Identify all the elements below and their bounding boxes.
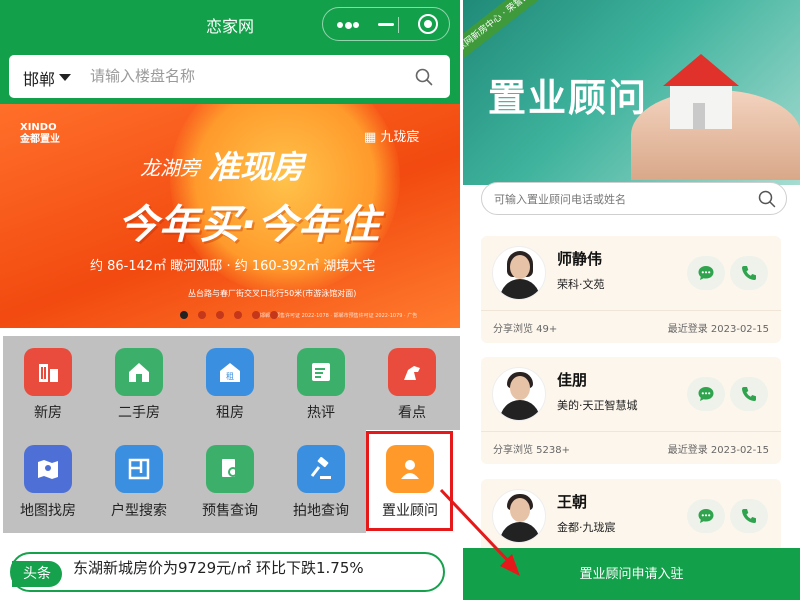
- advisor-name: 佳朋: [557, 371, 588, 389]
- nav-item-label: 户型搜索: [111, 503, 167, 519]
- nav-item-label: 热评: [307, 405, 335, 421]
- carousel-dot[interactable]: [234, 311, 242, 319]
- nav-item-label: 地图找房: [20, 503, 76, 519]
- carousel-dot[interactable]: [180, 311, 188, 319]
- floorplan-icon: [115, 445, 163, 493]
- headline-ticker[interactable]: 头条 东湖新城房价为9729元/㎡ 环比下跌1.75%: [10, 552, 445, 592]
- banner-headline: 今年买·今年住: [118, 202, 381, 248]
- nav-item[interactable]: 二手房: [94, 339, 184, 429]
- banner-tagline-a: 龙湖旁: [140, 156, 200, 180]
- caret-down-icon[interactable]: [59, 74, 71, 81]
- chat-button[interactable]: [687, 256, 725, 290]
- close-target-icon[interactable]: [418, 14, 438, 34]
- house-door-icon: [693, 103, 705, 129]
- call-button[interactable]: [730, 499, 768, 533]
- advisor-hero: 恋家网新房中心 · 荣誉出品 置业顾问: [463, 0, 800, 185]
- search-bar: 邯郸 请输入楼盘名称: [9, 55, 450, 98]
- last-login: 最近登录 2023-02-15: [667, 445, 769, 456]
- advisor-project: 荣科·文苑: [557, 278, 605, 291]
- banner-address: 丛台路与春厂街交叉口北行50米(市游泳馆对面): [188, 289, 357, 298]
- promo-banner[interactable]: XINDO 金都置业 ▦ 九珑宸 龙湖旁 准现房 今年买·今年住 约 86-142…: [0, 104, 460, 328]
- review-icon: [297, 348, 345, 396]
- search-icon[interactable]: [415, 68, 433, 86]
- share-views: 分享浏览 5238+: [493, 445, 571, 456]
- minimize-icon[interactable]: [378, 23, 394, 26]
- nav-item[interactable]: 户型搜索: [94, 436, 184, 526]
- nav-item-label: 置业顾问: [382, 503, 438, 519]
- advisor-name: 师静伟: [557, 250, 603, 268]
- avatar: [492, 246, 546, 300]
- advisor-project: 美的·天正智慧城: [557, 399, 638, 412]
- advisor-search-input[interactable]: 可输入置业顾问电话或姓名: [481, 182, 787, 215]
- nav-item[interactable]: 热评: [276, 339, 366, 429]
- apply-button[interactable]: 置业顾问申请入驻: [463, 548, 800, 600]
- advisor-search-placeholder: 可输入置业顾问电话或姓名: [494, 193, 626, 206]
- doc-search-icon: [206, 445, 254, 493]
- search-input[interactable]: 请输入楼盘名称: [90, 65, 195, 86]
- last-login: 最近登录 2023-02-15: [667, 324, 769, 335]
- headline-text[interactable]: 东湖新城房价为9729元/㎡ 环比下跌1.75%: [73, 557, 364, 578]
- advisor-card[interactable]: 师静伟荣科·文苑分享浏览 49+ 最近登录 2023-02-15: [481, 236, 781, 343]
- call-button[interactable]: [730, 377, 768, 411]
- avatar: [492, 489, 546, 543]
- nav-item-label: 预售查询: [202, 503, 258, 519]
- right-panel: 恋家网新房中心 · 荣誉出品 置业顾问 可输入置业顾问电话或姓名 师静伟荣科·文…: [463, 0, 800, 600]
- call-button[interactable]: [730, 256, 768, 290]
- top-bar: 恋家网 邯郸 请输入楼盘名称: [0, 0, 460, 104]
- headline-badge: 头条: [12, 561, 62, 587]
- advisor-project: 金都·九珑宸: [557, 521, 616, 534]
- building-icon: [24, 348, 72, 396]
- banner-tagline-b: 准现房: [208, 148, 305, 186]
- search-icon[interactable]: [758, 190, 776, 208]
- svg-text:租: 租: [226, 372, 234, 381]
- hero-ribbon: 恋家网新房中心 · 荣誉出品: [463, 0, 544, 64]
- nav-item-label: 拍地查询: [293, 503, 349, 519]
- nav-item-label: 新房: [34, 405, 62, 421]
- developer-logo: XINDO 金都置业: [20, 122, 60, 145]
- project-logo: ▦ 九珑宸: [364, 130, 420, 145]
- chat-button[interactable]: [687, 377, 725, 411]
- map-icon: [24, 445, 72, 493]
- advisor-card[interactable]: 佳朋美的·天正智慧城分享浏览 5238+ 最近登录 2023-02-15: [481, 357, 781, 464]
- nav-item[interactable]: 地图找房: [3, 436, 93, 526]
- nav-item[interactable]: 看点: [367, 339, 457, 429]
- nav-item-label: 租房: [216, 405, 244, 421]
- nav-item[interactable]: 租租房: [185, 339, 275, 429]
- chat-button[interactable]: [687, 499, 725, 533]
- more-icon[interactable]: [337, 21, 359, 29]
- banner-fineprint: 邯郸市预售许可证 2022-1078 · 邯郸市预售许可证 2022-1079 …: [260, 313, 418, 319]
- carousel-dot[interactable]: [252, 311, 260, 319]
- advisor-icon: [386, 445, 434, 493]
- share-views: 分享浏览 49+: [493, 324, 558, 335]
- banner-area-info: 约 86-142㎡ 瞰河观邸 · 约 160-392㎡ 湖境大宅: [90, 259, 376, 274]
- hero-title: 置业顾问: [488, 76, 649, 120]
- house-roof-icon: [663, 54, 739, 86]
- miniprogram-capsule: [322, 7, 450, 41]
- rent-icon: 租: [206, 348, 254, 396]
- left-panel: 恋家网 邯郸 请输入楼盘名称 XINDO 金都置业 ▦ 九珑宸 龙湖旁 准现房 今…: [0, 0, 460, 600]
- apply-button-label: 置业顾问申请入驻: [579, 567, 684, 582]
- advisor-name: 王朝: [557, 493, 588, 511]
- nav-item[interactable]: 预售查询: [185, 436, 275, 526]
- nav-item-label: 二手房: [118, 405, 160, 421]
- carousel-dot[interactable]: [216, 311, 224, 319]
- nav-item-label: 看点: [398, 405, 426, 421]
- nav-item[interactable]: 新房: [3, 339, 93, 429]
- carousel-dot[interactable]: [198, 311, 206, 319]
- house-icon: [115, 348, 163, 396]
- city-selector[interactable]: 邯郸: [23, 66, 55, 90]
- avatar: [492, 367, 546, 421]
- nav-item[interactable]: 拍地查询: [276, 436, 366, 526]
- carousel-dot[interactable]: [270, 311, 278, 319]
- gavel-icon: [297, 445, 345, 493]
- nav-item[interactable]: 置业顾问: [365, 436, 455, 526]
- horse-icon: [388, 348, 436, 396]
